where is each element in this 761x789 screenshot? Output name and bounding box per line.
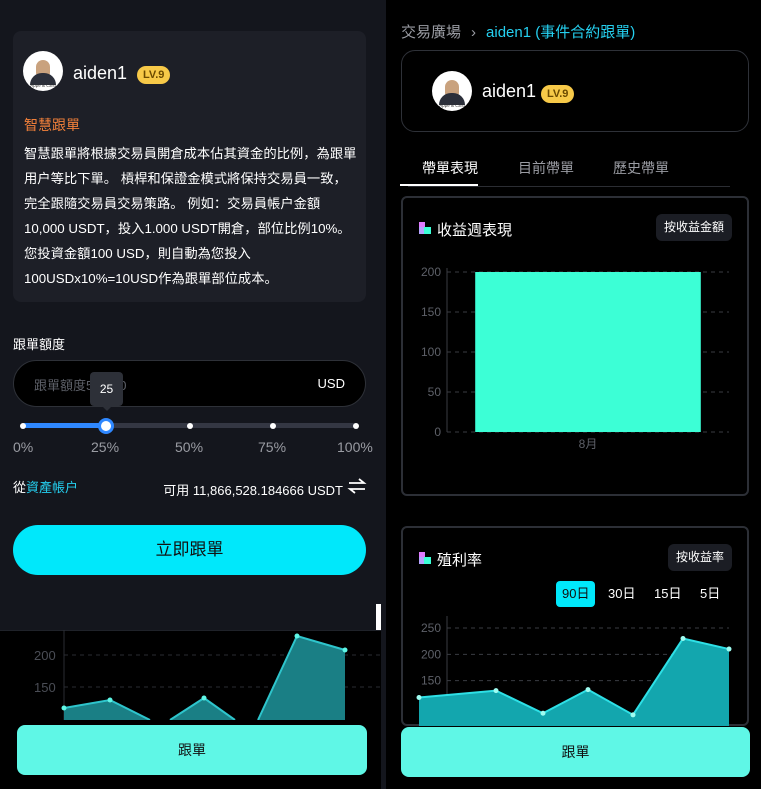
background-profit-chart: 200 150 [34, 630, 381, 720]
breadcrumb: 交易廣場 › aiden1 (事件合約跟單) [401, 21, 635, 42]
slider-tooltip: 25 [90, 372, 123, 411]
breadcrumb-parent[interactable]: 交易廣場 [401, 24, 461, 41]
yield-area-chart: 150 200 250 [416, 616, 732, 726]
intro-title: 智慧跟單 [24, 117, 80, 133]
amount-label: 跟單額度 [13, 337, 66, 352]
source-account: 從資產帳户 [13, 477, 78, 496]
yield-card: 殖利率 按收益率 90日 30日 15日 5日 150 200 250 [401, 526, 749, 726]
data-point [493, 688, 499, 694]
follow-settings-panel: Appe & Card aiden1 LV.9 智慧跟單 智慧跟單將根據交易員開… [0, 0, 381, 789]
data-point [726, 646, 732, 652]
data-point [630, 712, 636, 718]
tab-current-orders[interactable]: 目前帶單 [518, 158, 574, 178]
data-point [540, 710, 546, 716]
data-point [585, 687, 591, 693]
active-tab-indicator [400, 184, 478, 186]
range-90d[interactable]: 90日 [556, 581, 596, 607]
avatar: Appe & Card [432, 71, 472, 111]
y-tick-label: 50 [428, 385, 442, 399]
tick-50[interactable]: 50% [175, 439, 203, 455]
tick-100[interactable]: 100% [337, 439, 373, 455]
trader-name: aiden1 [73, 63, 128, 83]
chevron-right-icon: › [471, 24, 477, 41]
slider-stop-0[interactable] [20, 423, 26, 429]
x-tick-label: 8月 [579, 437, 598, 451]
slider-stop-75[interactable] [270, 423, 276, 429]
chart-legend-icon [419, 222, 431, 234]
amount-field[interactable]: 跟單額度5-1000 USD [13, 360, 366, 407]
slider-knob[interactable] [98, 418, 114, 434]
follow-now-button[interactable]: 立即跟單 [13, 525, 366, 575]
range-5d[interactable]: 5日 [694, 581, 726, 607]
range-30d[interactable]: 30日 [602, 581, 641, 607]
source-prefix: 從 [13, 480, 27, 495]
breadcrumb-current: aiden1 (事件合約跟單) [486, 24, 636, 41]
trader-name: aiden1 [482, 81, 537, 101]
level-badge: LV.9 [137, 66, 171, 84]
tick-75[interactable]: 75% [258, 439, 286, 455]
available-balance: 可用 11,866,528.184666 USDT [163, 483, 343, 498]
bar [475, 272, 701, 432]
tab-history-orders[interactable]: 歷史帶單 [613, 158, 669, 178]
y-tick-label: 200 [421, 265, 441, 279]
weekly-bar-chart: 0 50 100 150 200 8月 [421, 265, 729, 451]
sort-by-rate-button[interactable]: 按收益率 [667, 544, 732, 571]
asset-account-link[interactable]: 資產帳户 [26, 480, 78, 495]
avatar: Appe & Card [23, 51, 63, 91]
weekly-title: 收益週表現 [437, 222, 513, 239]
mini-tick-200: 200 [34, 648, 56, 663]
y-tick-label: 0 [434, 425, 441, 439]
yield-title: 殖利率 [437, 552, 483, 569]
data-point [680, 636, 686, 642]
sort-by-amount-button[interactable]: 按收益金額 [655, 214, 732, 241]
y-tick-label: 250 [421, 621, 441, 635]
tick-25[interactable]: 25% [91, 439, 119, 455]
tick-0[interactable]: 0% [13, 439, 33, 455]
swap-icon[interactable] [347, 476, 367, 496]
ratio-slider-fill [22, 423, 106, 428]
intro-card: Appe & Card aiden1 LV.9 智慧跟單 智慧跟單將根據交易員開… [13, 31, 366, 302]
trader-profile-card: Appe & Card aiden1 LV.9 [401, 50, 749, 132]
slider-stop-50[interactable] [187, 423, 193, 429]
weekly-performance-card: 收益週表現 按收益金額 0 50 100 150 200 8月 [401, 196, 749, 496]
tab-performance[interactable]: 帶單表現 [422, 158, 478, 178]
tab-bar: 帶單表現 目前帶單 歷史帶單 [408, 158, 730, 187]
follow-button[interactable]: 跟單 [17, 725, 367, 775]
mini-tick-150: 150 [34, 680, 56, 695]
y-tick-label: 100 [421, 345, 441, 359]
amount-unit: USD [317, 376, 345, 391]
data-point [416, 694, 422, 700]
trader-detail-panel: 交易廣場 › aiden1 (事件合約跟單) Appe & Card aiden1 … [386, 0, 761, 789]
chart-legend-icon [419, 552, 431, 564]
follow-button[interactable]: 跟單 [401, 727, 750, 777]
intro-text: 智慧跟單將根據交易員開倉成本佔其資金的比例，為跟單用户等比下單。 槓桿和保證金模… [24, 146, 357, 286]
y-tick-label: 200 [421, 647, 441, 661]
slider-stop-100[interactable] [353, 423, 359, 429]
range-15d[interactable]: 15日 [648, 581, 687, 607]
y-tick-label: 150 [421, 674, 441, 688]
area-fill [419, 638, 729, 726]
level-badge: LV.9 [541, 85, 575, 103]
y-tick-label: 150 [421, 305, 441, 319]
